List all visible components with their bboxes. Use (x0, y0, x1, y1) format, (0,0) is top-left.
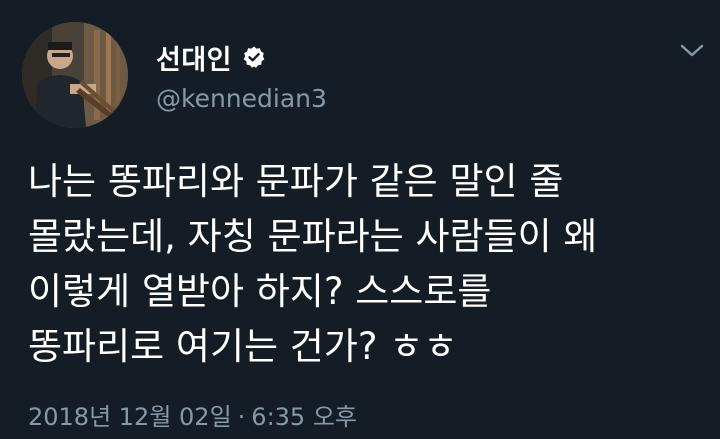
tweet-date: 2018년 12월 02일 (28, 403, 232, 431)
tweet-time: 6:35 오후 (251, 403, 357, 431)
tweet-text-line: 나는 똥파리와 문파가 같은 말인 줄 (28, 160, 564, 203)
chevron-down-icon[interactable] (679, 42, 705, 60)
display-name[interactable]: 선대인 (156, 38, 232, 77)
name-row: 선대인 (156, 38, 266, 77)
avatar-photo (22, 22, 128, 128)
tweet-text: 나는 똥파리와 문파가 같은 말인 줄 몰랐는데, 자칭 문파라는 사람들이 왜… (28, 154, 708, 374)
avatar[interactable] (22, 22, 128, 128)
tweet-text-line: 몰랐는데, 자칭 문파라는 사람들이 왜 (28, 215, 598, 258)
tweet-timestamp[interactable]: 2018년 12월 02일 · 6:35 오후 (28, 397, 357, 432)
tweet-text-line: 똥파리로 여기는 건가? ㅎㅎ (28, 325, 458, 368)
user-handle[interactable]: @kennedian3 (156, 84, 327, 113)
verified-badge-icon (242, 45, 266, 69)
separator-dot: · (237, 403, 246, 431)
tweet-text-line: 이렇게 열받아 하지? 스스로를 (28, 270, 492, 313)
tweet-card: 선대인 @kennedian3 나는 똥파리와 문파가 같은 말인 줄 몰랐는데… (0, 0, 720, 439)
